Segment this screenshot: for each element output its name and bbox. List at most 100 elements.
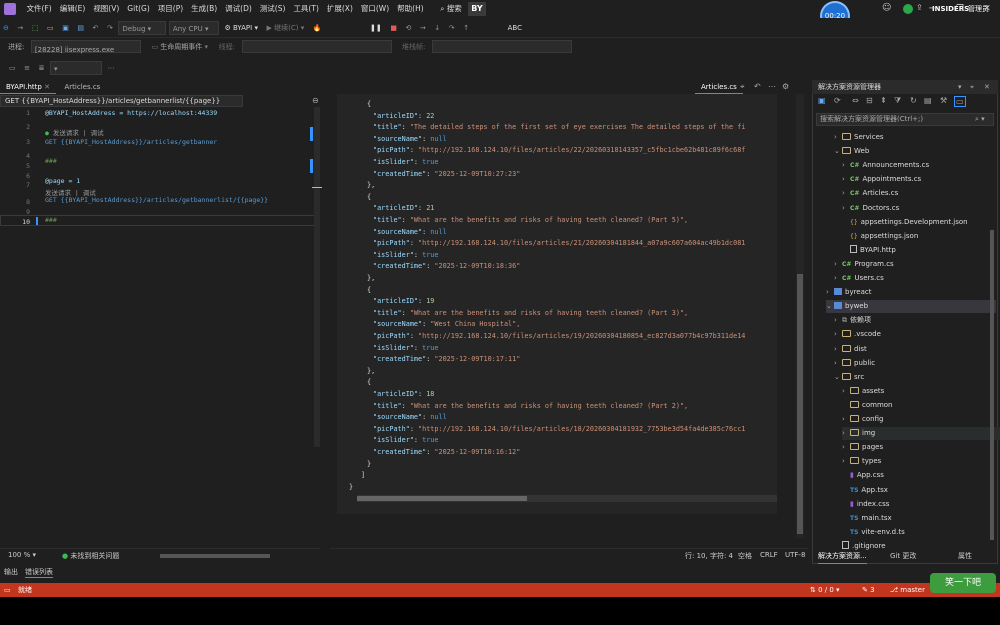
tree-item-app-css[interactable]: ▮ App.css (842, 469, 884, 482)
tree-item-doctors-cs[interactable]: › C# Doctors.cs (842, 202, 899, 215)
menu-item[interactable]: 扩展(X) (323, 0, 357, 18)
spellcheck-icon[interactable]: ABC (505, 21, 525, 35)
history-back-icon[interactable]: ↶ (754, 82, 761, 91)
save-icon[interactable]: ▣ (59, 21, 72, 35)
menu-item[interactable]: 工具(T) (289, 0, 322, 18)
chevron-right-icon[interactable]: › (834, 314, 842, 327)
tree-item-appsettings-json[interactable]: {} appsettings.json (842, 230, 918, 243)
stop-icon[interactable]: ■ (387, 21, 400, 35)
chevron-right-icon[interactable]: › (842, 385, 850, 398)
tab-git-changes[interactable]: Git 更改 (890, 550, 916, 563)
tree-item-announcements-cs[interactable]: › C# Announcements.cs (842, 159, 929, 172)
dropdown-icon[interactable]: ▾ (958, 80, 962, 94)
tree-item-vscode[interactable]: › .vscode (834, 328, 881, 341)
tree-item-config[interactable]: › config (842, 413, 883, 426)
tree-item-appointments-cs[interactable]: › C# Appointments.cs (842, 173, 921, 186)
chevron-right-icon[interactable]: › (834, 258, 842, 271)
platform-select[interactable]: Any CPU ▾ (168, 21, 219, 35)
settings-icon[interactable]: ⚙ (782, 82, 789, 91)
collapse-all-icon[interactable]: ⊟ (866, 96, 873, 105)
tab-articles-cs[interactable]: Articles.cs (58, 80, 106, 94)
issues-indicator[interactable]: ● 未找到相关问题 (62, 551, 119, 561)
lifecycle-button[interactable]: ▭ 生命周期事件 ▾ (151, 38, 208, 56)
tree-item-byweb[interactable]: ⌄ byweb (826, 300, 996, 314)
undo-icon[interactable]: ↶ (90, 21, 102, 35)
new-item-icon[interactable]: ⬚ (29, 21, 42, 35)
right-scroll-thumb[interactable] (797, 274, 803, 534)
pin-icon[interactable]: ⌖ (740, 82, 745, 92)
outdent-icon[interactable]: ≣ (36, 61, 48, 75)
tree-item-[interactable]: › ⧉ 依赖项 (834, 314, 871, 327)
tree-item-vite-env-d-ts[interactable]: TS vite-env.d.ts (842, 526, 905, 539)
chevron-down-icon[interactable]: ⌄ (834, 371, 842, 384)
menu-item[interactable]: 调试(D) (221, 0, 256, 18)
thread-select[interactable] (241, 40, 392, 53)
tab-byapi-http[interactable]: BYAPI.http ✕ (0, 80, 56, 94)
tree-item-common[interactable]: common (842, 399, 893, 412)
cursor-position[interactable]: 行: 10, 字符: 4 (685, 551, 733, 561)
refresh-icon[interactable]: ↻ (910, 96, 917, 105)
menu-item[interactable]: 测试(S) (256, 0, 290, 18)
pin-icon[interactable]: ⌖ (970, 80, 974, 94)
process-select[interactable]: [28228] iisexpress.exe (30, 40, 141, 54)
redo-icon[interactable]: ↷ (104, 21, 116, 35)
tree-item-img[interactable]: › img (842, 427, 1000, 441)
json-scroll-thumb[interactable] (357, 496, 527, 501)
tree-item-appsettings-development-json[interactable]: {} appsettings.Development.json (842, 216, 968, 229)
tree-item-main-tsx[interactable]: TS main.tsx (842, 512, 892, 525)
line-ending[interactable]: CRLF (760, 551, 778, 559)
more-icon[interactable]: ⋯ (105, 61, 118, 75)
response-panel[interactable]: {"articleID": 22 "title": "The detailed s… (337, 94, 777, 514)
search-box[interactable]: ⌕ 搜索 (436, 0, 466, 18)
zoom-select[interactable]: 100 % ▾ (8, 551, 36, 559)
menu-item[interactable]: 项目(P) (154, 0, 187, 18)
chevron-right-icon[interactable]: › (842, 159, 850, 172)
pause-icon[interactable]: ❚❚ (367, 21, 385, 35)
edits-indicator[interactable]: ✎ 3 (862, 583, 875, 597)
tree-item-byapi-http[interactable]: BYAPI.http (842, 244, 896, 257)
properties-icon[interactable]: ▤ (924, 96, 932, 105)
wrench-icon[interactable]: ⚒ (940, 96, 947, 105)
horizontal-scrollbar[interactable] (160, 554, 270, 558)
toggle-icon[interactable]: ▭ (6, 61, 19, 75)
tree-item-public[interactable]: › public (834, 357, 875, 370)
sync-icon[interactable]: ⟳ (834, 96, 841, 105)
branch-indicator[interactable]: ⎇ master (890, 583, 925, 597)
minimize-icon[interactable]: ─ (920, 0, 944, 18)
close-panel-icon[interactable]: ✕ (984, 80, 990, 94)
filter-icon[interactable]: ⧩ (894, 96, 901, 106)
chevron-right-icon[interactable]: › (834, 328, 842, 341)
maximize-icon[interactable]: ❐ (948, 0, 972, 18)
config-select[interactable]: Debug ▾ (118, 21, 167, 35)
chevron-right-icon[interactable]: › (842, 187, 850, 200)
tree-item-types[interactable]: › types (842, 455, 881, 468)
switch-view-icon[interactable]: ⇔ (852, 96, 859, 105)
chevron-right-icon[interactable]: › (834, 131, 842, 144)
chevron-right-icon[interactable]: › (842, 173, 850, 186)
chevron-right-icon[interactable]: › (842, 413, 850, 426)
show-all-icon[interactable]: ⇞ (880, 96, 887, 105)
tree-item-dist[interactable]: › dist (834, 343, 867, 356)
tree-item-src[interactable]: ⌄ src (834, 371, 864, 384)
chevron-right-icon[interactable]: › (842, 427, 850, 440)
chevron-right-icon[interactable]: › (842, 441, 850, 454)
step-into-icon[interactable]: ↓ (431, 21, 443, 35)
right-vertical-scrollbar[interactable] (796, 94, 804, 538)
home-icon[interactable]: ▣ (818, 96, 826, 105)
stack-frame-select[interactable] (431, 40, 572, 53)
tree-item-program-cs[interactable]: › C# Program.cs (834, 258, 894, 271)
copilot-icon[interactable]: ☺ (882, 3, 891, 13)
tree-item-app-tsx[interactable]: TS App.tsx (842, 484, 888, 497)
preview-icon[interactable]: ▭ (954, 96, 966, 107)
http-editor[interactable]: 1 2 3 4 5 6 7 8 9 10 @BYAPI_HostAddress … (0, 107, 322, 547)
menu-item[interactable]: 编辑(E) (56, 0, 90, 18)
chevron-right-icon[interactable]: › (834, 343, 842, 356)
menu-item[interactable]: Git(G) (123, 0, 154, 18)
menu-item[interactable]: 帮助(H) (393, 0, 428, 18)
tree-item-index-css[interactable]: ▮ index.css (842, 498, 889, 511)
show-next-icon[interactable]: → (417, 21, 429, 35)
git-changes[interactable]: ⇅ 0 / 0 ▾ (810, 583, 840, 597)
step-out-icon[interactable]: ↑ (460, 21, 472, 35)
tree-item-pages[interactable]: › pages (842, 441, 883, 454)
restart-icon[interactable]: ⟲ (403, 21, 415, 35)
